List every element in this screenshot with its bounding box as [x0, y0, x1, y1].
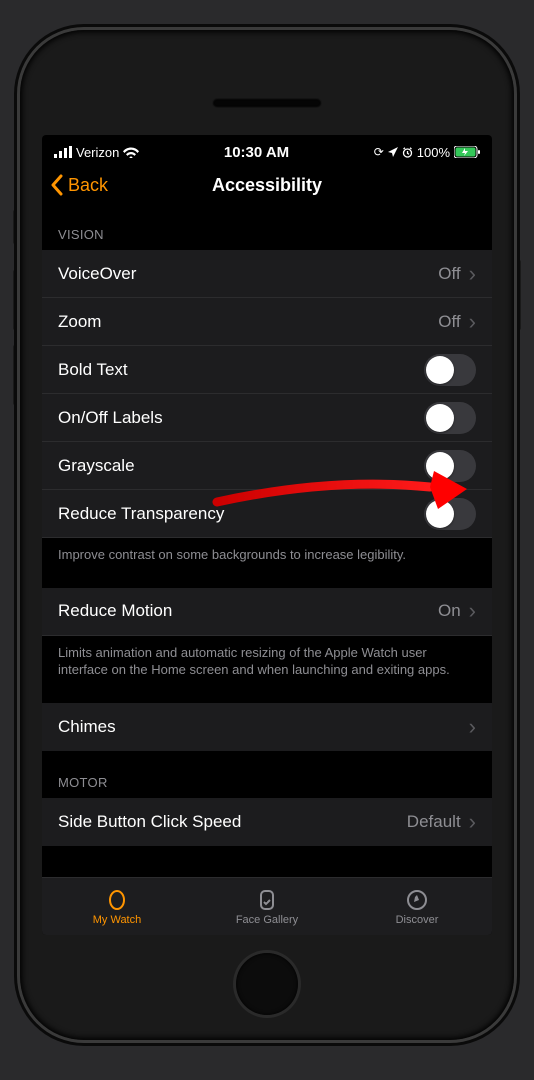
wifi-icon [123, 146, 139, 158]
back-button[interactable]: Back [50, 174, 108, 196]
tab-discover[interactable]: Discover [342, 878, 492, 935]
note-transparency: Improve contrast on some backgrounds to … [42, 538, 492, 564]
battery-percent: 100% [417, 145, 450, 160]
row-reduce-transparency: Reduce Transparency [42, 490, 492, 538]
tab-face-gallery[interactable]: Face Gallery [192, 878, 342, 935]
chevron-left-icon [50, 174, 64, 196]
carrier-label: Verizon [76, 145, 119, 160]
row-label: Chimes [58, 717, 116, 737]
section-chimes: Chimes › [42, 703, 492, 751]
toggle-grayscale[interactable] [424, 450, 476, 482]
row-chimes[interactable]: Chimes › [42, 703, 492, 751]
location-icon [388, 147, 398, 157]
orientation-lock-icon: ⟳ [374, 145, 384, 159]
section-vision: VISION VoiceOver Off › Zoom Off › Bold T… [42, 227, 492, 564]
watch-icon [105, 888, 129, 912]
row-label: Bold Text [58, 360, 128, 380]
chevron-right-icon: › [469, 600, 476, 622]
row-label: Side Button Click Speed [58, 812, 241, 832]
row-label: Reduce Transparency [58, 504, 224, 524]
row-side-button-click-speed[interactable]: Side Button Click Speed Default › [42, 798, 492, 846]
earpiece [212, 98, 322, 108]
section-header-vision: VISION [42, 227, 492, 250]
row-label: Zoom [58, 312, 101, 332]
clock: 10:30 AM [224, 144, 289, 161]
toggle-onoff-labels[interactable] [424, 402, 476, 434]
status-bar: Verizon 10:30 AM ⟳ 100% [42, 135, 492, 163]
row-label: VoiceOver [58, 264, 136, 284]
toggle-bold-text[interactable] [424, 354, 476, 386]
tab-my-watch[interactable]: My Watch [42, 878, 192, 935]
phone-frame: Verizon 10:30 AM ⟳ 100% [20, 30, 514, 1040]
page-title: Accessibility [212, 175, 322, 196]
row-value: Off [438, 264, 460, 284]
screen: Verizon 10:30 AM ⟳ 100% [42, 135, 492, 935]
section-motor: MOTOR Side Button Click Speed Default › [42, 775, 492, 846]
chevron-right-icon: › [469, 811, 476, 833]
chevron-right-icon: › [469, 263, 476, 285]
signal-strength-icon [54, 146, 72, 158]
row-grayscale: Grayscale [42, 442, 492, 490]
nav-header: Back Accessibility [42, 163, 492, 207]
row-value: On [438, 601, 461, 621]
section-header-motor: MOTOR [42, 775, 492, 798]
row-label: On/Off Labels [58, 408, 163, 428]
section-reduce-motion: Reduce Motion On › Limits animation and … [42, 588, 492, 679]
row-reduce-motion[interactable]: Reduce Motion On › [42, 588, 492, 636]
battery-icon [454, 146, 480, 158]
tab-label: Discover [396, 914, 439, 926]
alarm-icon [402, 147, 413, 158]
home-button[interactable] [236, 953, 298, 1015]
note-motion: Limits animation and automatic resizing … [42, 636, 492, 679]
row-zoom[interactable]: Zoom Off › [42, 298, 492, 346]
row-onoff-labels: On/Off Labels [42, 394, 492, 442]
row-voiceover[interactable]: VoiceOver Off › [42, 250, 492, 298]
face-gallery-icon [255, 888, 279, 912]
row-value: Off [438, 312, 460, 332]
row-label: Reduce Motion [58, 601, 172, 621]
row-bold-text: Bold Text [42, 346, 492, 394]
tab-bar: My Watch Face Gallery Discover [42, 877, 492, 935]
row-value: Default [407, 812, 461, 832]
chevron-right-icon: › [469, 716, 476, 738]
tab-label: My Watch [93, 914, 142, 926]
compass-icon [405, 888, 429, 912]
row-label: Grayscale [58, 456, 135, 476]
toggle-reduce-transparency[interactable] [424, 498, 476, 530]
tab-label: Face Gallery [236, 914, 298, 926]
back-label: Back [68, 175, 108, 196]
chevron-right-icon: › [469, 311, 476, 333]
